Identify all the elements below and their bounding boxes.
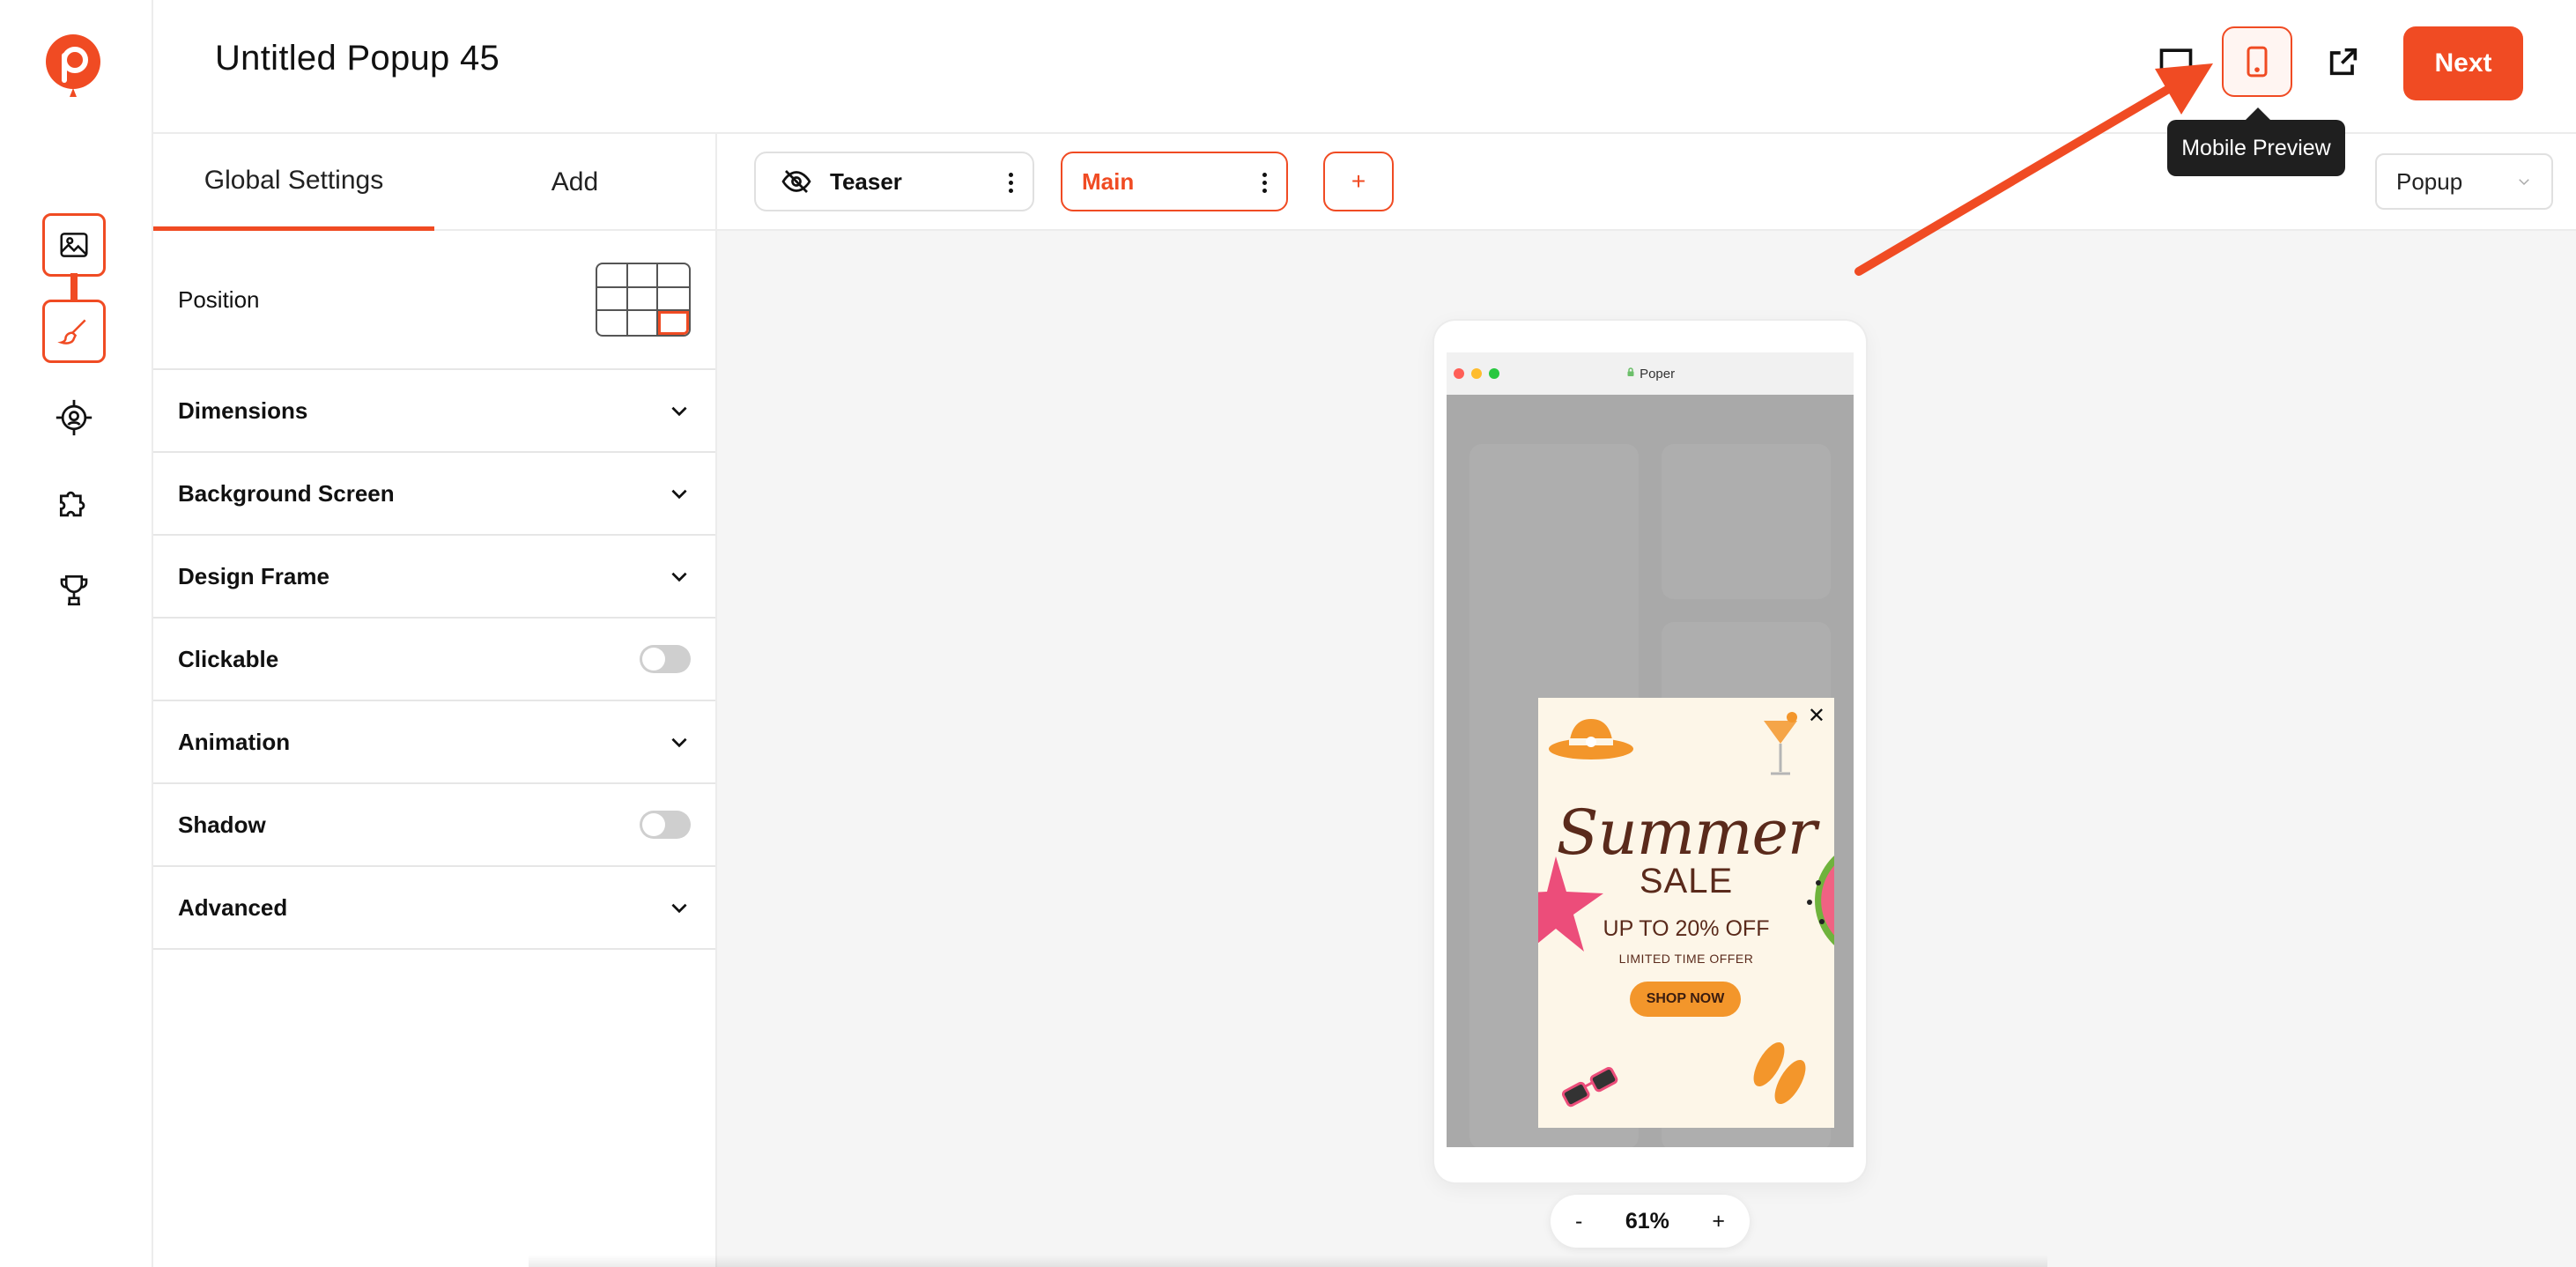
top-header: Untitled Popup 45 Next (153, 0, 2576, 134)
external-link-icon (2329, 48, 2358, 76)
kebab-menu-icon[interactable] (1009, 173, 1013, 196)
summer-sale-popup: ✕ Summer SALE UP TO 20% OFF LIMITED TIME… (1538, 698, 1834, 1128)
shop-now-button[interactable]: SHOP NOW (1630, 982, 1741, 1017)
rail-item-design[interactable] (42, 300, 106, 363)
position-cell[interactable] (597, 264, 628, 288)
position-cell[interactable] (627, 264, 659, 288)
rail-item-image[interactable] (42, 213, 106, 277)
placeholder-block (1662, 444, 1831, 599)
rail-item-integrations[interactable] (42, 472, 106, 536)
rail-item-targeting[interactable] (42, 386, 106, 449)
rail-connector (70, 273, 78, 303)
position-cell-selected[interactable] (658, 311, 689, 335)
zoom-level: 61% (1625, 1208, 1669, 1234)
popup-type-value: Popup (2396, 167, 2463, 195)
zoom-out-button[interactable]: - (1575, 1209, 1582, 1234)
step-teaser-label: Teaser (830, 167, 902, 195)
position-label: Position (178, 285, 260, 313)
position-row: Position (153, 231, 715, 370)
popup-note: LIMITED TIME OFFER (1618, 952, 1754, 966)
cocktail-illustration (1764, 712, 1797, 775)
zoom-in-button[interactable]: + (1712, 1209, 1725, 1234)
chevron-down-icon (671, 572, 687, 582)
settings-panel: Global Settings Add Position Dimensions … (153, 134, 717, 1267)
target-icon (56, 399, 93, 436)
eye-off-icon (781, 170, 811, 193)
poper-logo[interactable] (44, 33, 102, 104)
section-advanced[interactable]: Advanced (153, 867, 715, 950)
mobile-screen: ✕ Summer SALE UP TO 20% OFF LIMITED TIME… (1447, 395, 1854, 1147)
popup-headline: Summer (1556, 797, 1817, 869)
left-rail (0, 0, 153, 1267)
section-design-frame[interactable]: Design Frame (153, 536, 715, 619)
trophy-icon (60, 574, 88, 606)
chevron-down-icon (671, 737, 687, 748)
next-button[interactable]: Next (2403, 26, 2523, 100)
panel-tabs: Global Settings Add (153, 134, 715, 231)
clickable-toggle[interactable] (640, 645, 691, 673)
hat-illustration (1549, 719, 1633, 759)
image-icon (60, 233, 88, 257)
section-label: Shadow (178, 811, 266, 838)
puzzle-icon (59, 491, 85, 517)
add-step-button[interactable]: + (1323, 152, 1394, 211)
popup-offer: UP TO 20% OFF (1603, 916, 1770, 941)
page-title[interactable]: Untitled Popup 45 (215, 39, 500, 78)
mobile-device-frame: Poper ✕ Summer SALE UP TO 20% OFF LIMITE… (1434, 321, 1866, 1182)
kebab-menu-icon[interactable] (1262, 173, 1267, 196)
tab-global-settings[interactable]: Global Settings (153, 134, 434, 231)
position-cell[interactable] (658, 288, 689, 312)
bottom-shadow (529, 1255, 2047, 1267)
chevron-down-icon (671, 406, 687, 417)
chevron-down-icon (671, 903, 687, 914)
sunglasses-illustration (1561, 1066, 1618, 1108)
lock-icon (1627, 367, 1634, 376)
chevron-down-icon (2519, 179, 2529, 186)
desktop-preview-button[interactable] (2141, 26, 2211, 97)
browser-bar: Poper (1447, 352, 1854, 395)
popup-subheadline: SALE (1639, 862, 1734, 900)
section-dimensions[interactable]: Dimensions (153, 370, 715, 453)
tab-add[interactable]: Add (434, 134, 715, 231)
rail-item-goals[interactable] (42, 559, 106, 622)
desktop-preview-icon (2159, 48, 2193, 77)
section-background-screen[interactable]: Background Screen (153, 453, 715, 536)
brush-icon (57, 319, 86, 345)
section-label: Design Frame (178, 562, 329, 589)
popup-type-select[interactable]: Popup (2375, 153, 2553, 210)
position-cell[interactable] (628, 311, 659, 335)
position-cell[interactable] (658, 264, 689, 288)
popup-close-icon[interactable]: ✕ (1808, 703, 1825, 729)
position-cell[interactable] (597, 287, 628, 312)
section-label: Background Screen (178, 479, 395, 507)
flip-flops-illustration (1753, 1042, 1806, 1104)
step-main-label: Main (1082, 167, 1135, 195)
step-teaser[interactable]: Teaser (754, 152, 1034, 211)
open-preview-button[interactable] (2308, 26, 2379, 97)
section-clickable: Clickable (153, 619, 715, 701)
position-cell[interactable] (597, 311, 628, 335)
browser-url-text: Poper (1640, 366, 1676, 382)
position-grid[interactable] (596, 263, 691, 337)
shadow-toggle[interactable] (640, 811, 691, 839)
browser-url: Poper (1447, 367, 1854, 382)
position-cell[interactable] (627, 287, 659, 312)
step-main[interactable]: Main (1061, 152, 1288, 211)
mobile-preview-icon (2247, 46, 2268, 78)
chevron-down-icon (671, 489, 687, 500)
mobile-preview-tooltip: Mobile Preview (2167, 107, 2345, 176)
section-animation[interactable]: Animation (153, 701, 715, 784)
section-label: Dimensions (178, 396, 308, 424)
section-label: Animation (178, 728, 291, 755)
section-label: Advanced (178, 893, 288, 921)
section-label: Clickable (178, 645, 279, 672)
zoom-control: - 61% + (1551, 1195, 1750, 1248)
mobile-preview-button[interactable] (2222, 26, 2292, 97)
section-shadow: Shadow (153, 784, 715, 867)
